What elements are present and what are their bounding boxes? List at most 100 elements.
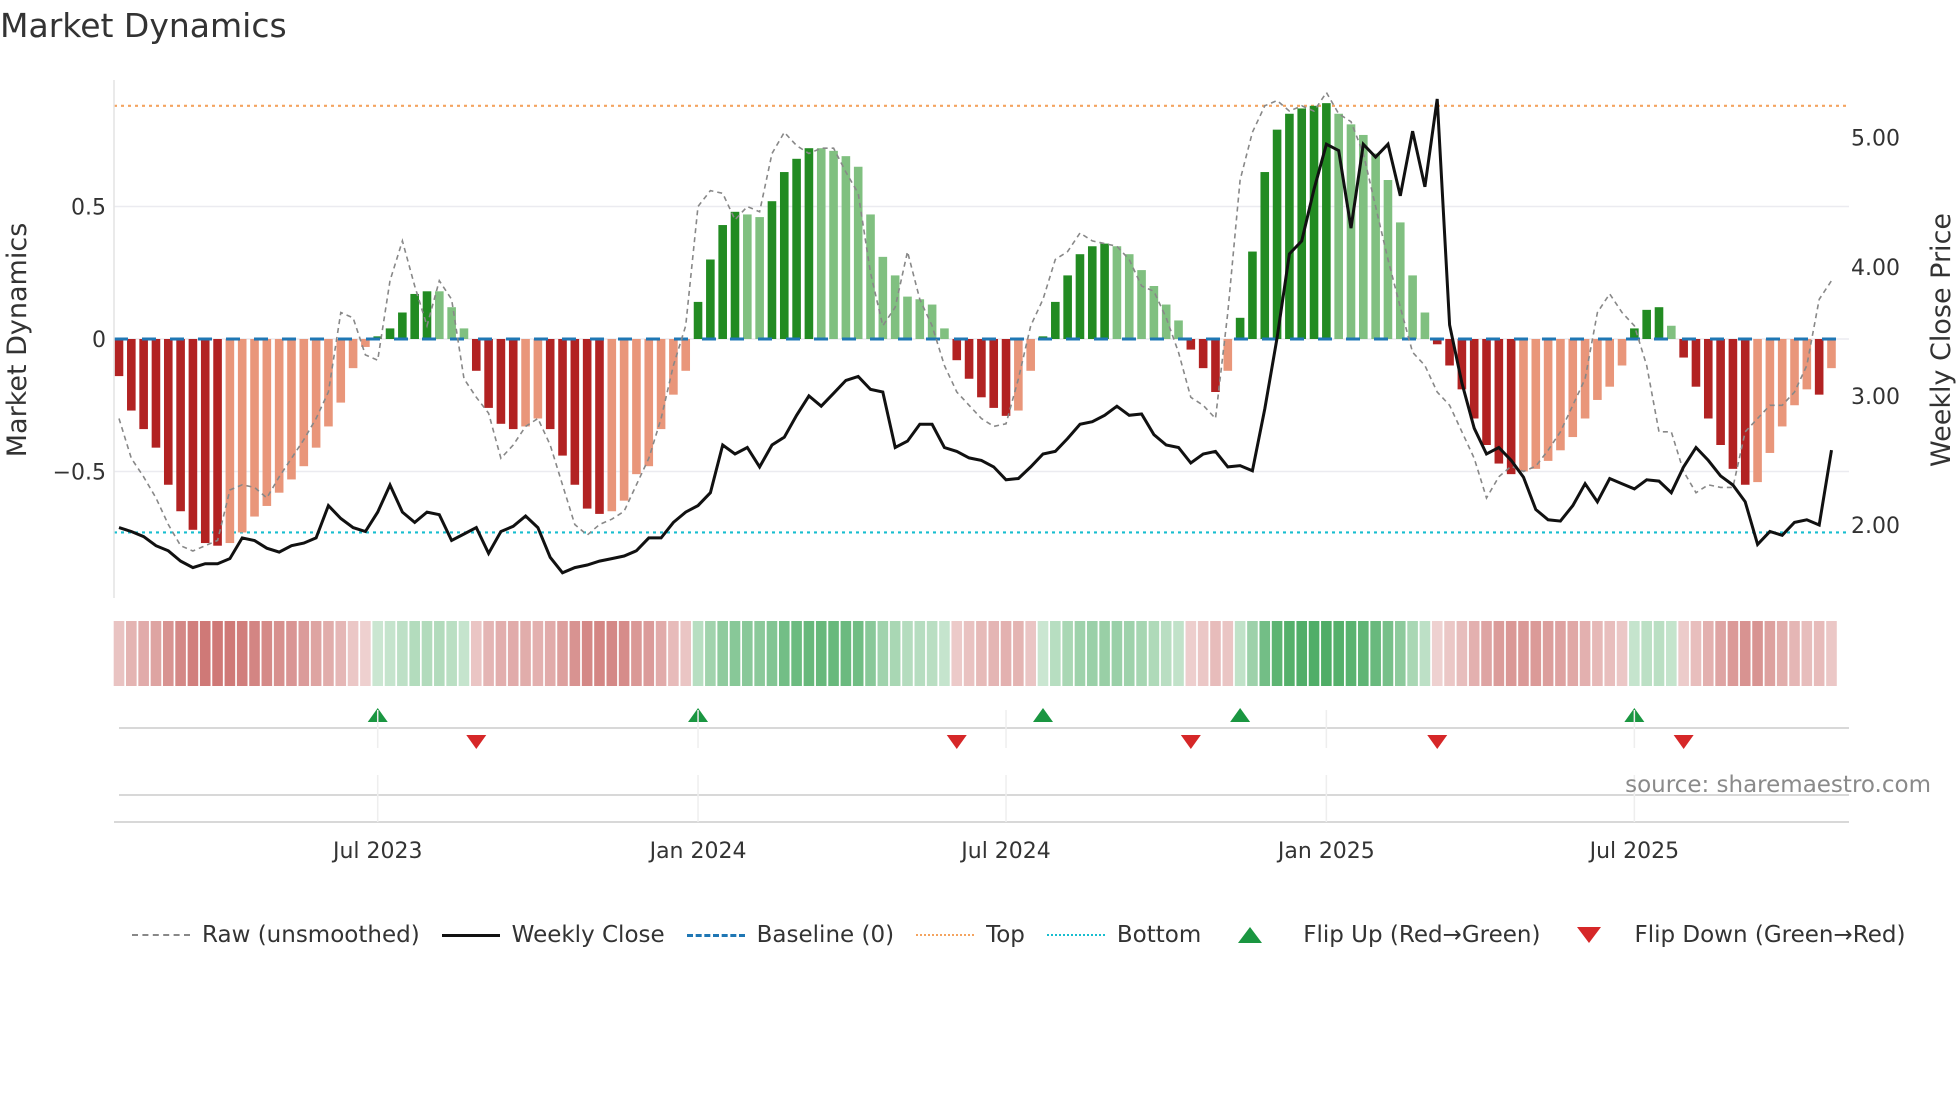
strip-cell [606, 621, 618, 686]
momentum-bar [570, 339, 580, 485]
strip-cell [1456, 621, 1468, 686]
legend-raw: Raw (unsmoothed) [132, 922, 420, 948]
strip-cell [507, 621, 519, 686]
momentum-bar [1580, 339, 1590, 419]
strip-cell [1247, 621, 1258, 686]
momentum-bar [1519, 339, 1528, 472]
strip-cell [347, 621, 359, 686]
strip-cell [692, 621, 704, 686]
momentum-bar [1186, 339, 1196, 350]
flip-down-marker [1427, 735, 1448, 749]
y2-axis-label: Weekly Close Price [1926, 213, 1957, 467]
strip-cell [1074, 621, 1086, 686]
raw-line [118, 90, 1833, 552]
momentum-bar [1248, 251, 1257, 339]
strip-cell [951, 621, 963, 686]
momentum-bar [755, 217, 764, 339]
flip-up-marker [1230, 708, 1251, 722]
strip-cell [889, 621, 901, 686]
strip-cell [126, 621, 137, 686]
momentum-bar [1556, 339, 1565, 451]
momentum-bar [336, 339, 346, 403]
momentum-bar [1346, 124, 1356, 339]
momentum-bar [940, 328, 949, 339]
source-label: source: sharemaestro.com [1625, 772, 1931, 798]
momentum-bar [114, 339, 124, 377]
legend-baseline-label: Baseline (0) [756, 922, 895, 948]
momentum-bar [1174, 320, 1183, 339]
strip-cell [643, 621, 655, 686]
momentum-bar [287, 339, 296, 480]
strip-cell [1764, 621, 1776, 686]
strip-cell [1579, 621, 1591, 686]
legend-top-label: Top [986, 922, 1025, 948]
strip-cell [1776, 621, 1788, 686]
strip-cell [668, 621, 679, 686]
strip-cell [1505, 621, 1517, 686]
momentum-bar [743, 214, 752, 339]
strip-cell [569, 621, 581, 686]
flip-down-marker [466, 735, 487, 749]
momentum-bar [1087, 246, 1097, 339]
strip-cell [1050, 621, 1061, 686]
flip-down-marker [946, 735, 967, 749]
legend-bottom: Bottom [1046, 922, 1202, 948]
momentum-bar [348, 339, 358, 369]
strip-cell [1136, 621, 1147, 686]
y2-tick-label: 5.00 [1851, 127, 1900, 152]
momentum-bar [127, 339, 136, 411]
strip-cell [803, 621, 815, 686]
momentum-bar [1211, 339, 1220, 392]
strip-cell [717, 621, 728, 686]
strip-cell [914, 621, 926, 686]
strip-cell [212, 621, 223, 686]
strip-cell [705, 621, 716, 686]
momentum-bar [607, 339, 617, 512]
momentum-bar [262, 339, 272, 506]
level-lines [114, 104, 1849, 534]
strip-cell [631, 621, 642, 686]
momentum-bar [779, 172, 789, 339]
strip-cell [1234, 621, 1246, 686]
strip-cell [113, 621, 125, 686]
strip-cell [1789, 621, 1800, 686]
momentum-bar [1667, 325, 1676, 339]
strip-cell [877, 621, 889, 686]
momentum-bar [841, 156, 851, 339]
momentum-bar [176, 339, 185, 512]
momentum-bar [1531, 339, 1541, 469]
strip-cell [902, 621, 913, 686]
strip-cell [532, 621, 544, 686]
strip-cell [852, 621, 864, 686]
strip-cell [1358, 621, 1369, 686]
strip-cell [446, 621, 457, 686]
strip-cell [1160, 621, 1172, 686]
strip-cell [1308, 621, 1320, 686]
strip-cell [1210, 621, 1221, 686]
momentum-bar [1198, 339, 1208, 369]
strip-cell [397, 621, 408, 686]
momentum-bar [1371, 153, 1380, 339]
momentum-bar [1309, 105, 1319, 339]
strip-cell [1702, 621, 1714, 686]
momentum-bar [1124, 254, 1134, 339]
momentum-bar [1506, 339, 1516, 475]
strip-cell [187, 621, 199, 686]
momentum-bar [1494, 339, 1504, 464]
legend-flip-down: Flip Down (Green→Red) [1562, 922, 1905, 948]
momentum-bar [496, 339, 506, 424]
y2-tick-label: 3.00 [1851, 385, 1900, 410]
momentum-bar [1568, 339, 1578, 438]
legend-bottom-label: Bottom [1116, 922, 1202, 948]
strip-cell [1690, 621, 1702, 686]
momentum-bar [903, 296, 912, 339]
momentum-bar [1716, 339, 1725, 445]
strip-cell [1530, 621, 1542, 686]
momentum-bar [669, 339, 678, 395]
momentum-bar [792, 158, 801, 339]
strip-cell [1739, 621, 1751, 686]
momentum-bar [595, 339, 604, 514]
momentum-bar [767, 201, 777, 339]
strip-cell [1444, 621, 1455, 686]
strip-cell [754, 621, 765, 686]
